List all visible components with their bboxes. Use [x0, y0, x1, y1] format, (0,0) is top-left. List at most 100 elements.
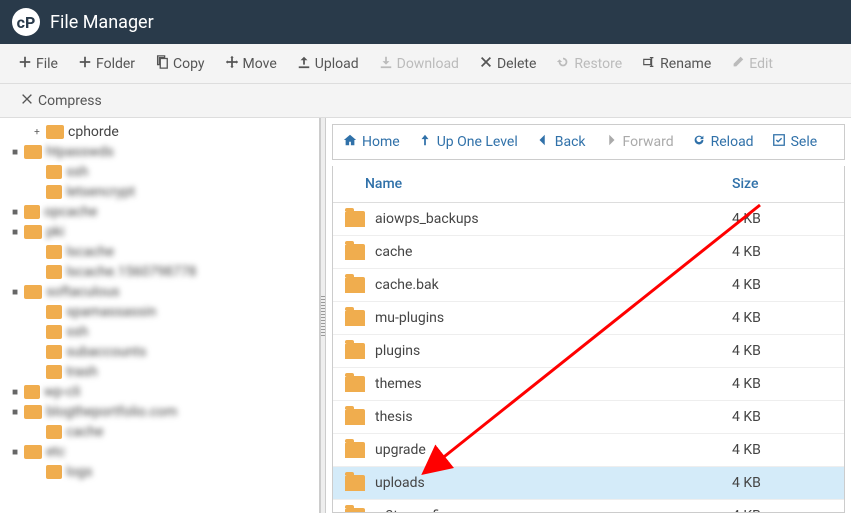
tree-label: subaccounts — [66, 344, 146, 360]
app-header: cP File Manager — [0, 0, 851, 44]
tree-item[interactable]: ssh — [0, 322, 319, 342]
tree-label: opcache — [44, 204, 97, 220]
tree-item[interactable]: ssh — [0, 162, 319, 182]
nav-bar: Home Up One Level Back Forward Reload Sele — [332, 124, 845, 160]
toolbar-label: Download — [397, 56, 459, 72]
back-icon — [536, 133, 550, 151]
tree-item[interactable]: ■pki — [0, 222, 319, 242]
tree-item[interactable]: +cphorde — [0, 122, 319, 142]
tree-item[interactable]: letsencrypt — [0, 182, 319, 202]
tree-label: wp-cli — [44, 384, 80, 400]
toolbar-label: Rename — [660, 56, 711, 72]
folder-tree-sidebar[interactable]: +cphorde■htpasswdssshletsencrypt■opcache… — [0, 118, 320, 513]
table-row[interactable]: plugins4 KB — [333, 335, 844, 368]
move-icon — [225, 55, 239, 73]
file-name: cache — [375, 244, 732, 260]
tree-expand-icon: ■ — [10, 287, 20, 298]
file-size: 4 KB — [732, 442, 832, 458]
nav-forward-button: Forward — [604, 133, 674, 151]
up-icon — [418, 133, 432, 151]
folder-icon — [345, 343, 365, 359]
file-name: plugins — [375, 343, 732, 359]
tree-item[interactable]: cache — [0, 422, 319, 442]
table-row[interactable]: mu-plugins4 KB — [333, 302, 844, 335]
tree-item[interactable]: ■ wp-cli — [0, 382, 319, 402]
table-row[interactable]: w3tc-config4 KB — [333, 500, 844, 513]
file-name: upgrade — [375, 442, 732, 458]
column-header-name[interactable]: Name — [345, 176, 732, 192]
edit-icon — [731, 55, 745, 73]
file-size: 4 KB — [732, 508, 832, 513]
secondary-toolbar: Compress — [0, 84, 851, 118]
table-row[interactable]: thesis4 KB — [333, 401, 844, 434]
folder-icon — [46, 365, 62, 379]
folder-icon — [46, 185, 62, 199]
table-header: Name Size — [333, 166, 844, 203]
nav-select-button[interactable]: Sele — [772, 133, 818, 151]
table-row[interactable]: cache.bak4 KB — [333, 269, 844, 302]
tree-item[interactable]: ■htpasswds — [0, 142, 319, 162]
tree-expand-icon: ■ — [10, 227, 20, 238]
table-row[interactable]: uploads4 KB — [333, 467, 844, 500]
plus-icon — [18, 55, 32, 73]
folder-icon — [46, 325, 62, 339]
copy-button[interactable]: Copy — [145, 49, 215, 79]
tree-expand-icon: ■ — [10, 387, 20, 398]
plus-icon — [78, 55, 92, 73]
tree-label: cache — [66, 424, 103, 440]
tree-expand-icon: ■ — [10, 147, 20, 158]
tree-label: softaculous — [46, 284, 120, 300]
file-size: 4 KB — [732, 211, 832, 227]
folder-icon — [46, 345, 62, 359]
nav-up-button[interactable]: Up One Level — [418, 133, 518, 151]
nav-label: Back — [555, 134, 586, 150]
tree-item[interactable]: logs — [0, 462, 319, 482]
tree-item[interactable]: ■blogtheportfolio.com — [0, 402, 319, 422]
tree-item[interactable]: ■opcache — [0, 202, 319, 222]
folder-icon — [345, 244, 365, 260]
folder-icon — [24, 285, 42, 299]
nav-home-button[interactable]: Home — [343, 133, 400, 151]
tree-item[interactable]: spamassassin — [0, 302, 319, 322]
tree-item[interactable]: lscache.1560798778 — [0, 262, 319, 282]
nav-reload-button[interactable]: Reload — [692, 133, 754, 151]
pane-divider[interactable] — [320, 118, 326, 513]
folder-icon — [345, 475, 365, 491]
folder-icon — [46, 465, 62, 479]
content-pane: Home Up One Level Back Forward Reload Sele Na… — [326, 118, 851, 513]
tree-item[interactable]: lscache — [0, 242, 319, 262]
folder-icon — [345, 376, 365, 392]
nav-back-button[interactable]: Back — [536, 133, 586, 151]
tree-item[interactable]: ■ softaculous — [0, 282, 319, 302]
table-row[interactable]: cache4 KB — [333, 236, 844, 269]
move-button[interactable]: Move — [215, 49, 287, 79]
delete-icon — [479, 55, 493, 73]
table-row[interactable]: aiowps_backups4 KB — [333, 203, 844, 236]
folder-icon — [24, 145, 42, 159]
tree-label: lscache.1560798778 — [66, 264, 196, 280]
tree-label: spamassassin — [66, 304, 156, 320]
upload-icon — [297, 55, 311, 73]
tree-item[interactable]: trash — [0, 362, 319, 382]
delete-button[interactable]: Delete — [469, 49, 546, 79]
file-size: 4 KB — [732, 376, 832, 392]
nav-label: Home — [362, 134, 400, 150]
tree-label: blogtheportfolio.com — [46, 404, 177, 420]
compress-button[interactable]: Compress — [10, 86, 112, 116]
tree-expand-icon: ■ — [10, 447, 20, 458]
column-header-size[interactable]: Size — [732, 176, 832, 192]
table-body: aiowps_backups4 KBcache4 KBcache.bak4 KB… — [333, 203, 844, 513]
folder-button[interactable]: Folder — [68, 49, 145, 79]
folder-icon — [345, 442, 365, 458]
file-name: uploads — [375, 475, 732, 491]
table-row[interactable]: upgrade4 KB — [333, 434, 844, 467]
forward-icon — [604, 133, 618, 151]
tree-item[interactable]: ■etc — [0, 442, 319, 462]
tree-item[interactable]: subaccounts — [0, 342, 319, 362]
file-button[interactable]: File — [8, 49, 68, 79]
upload-button[interactable]: Upload — [287, 49, 369, 79]
table-row[interactable]: themes4 KB — [333, 368, 844, 401]
folder-icon — [345, 409, 365, 425]
cpanel-logo-icon: cP — [12, 8, 40, 36]
rename-button[interactable]: Rename — [632, 49, 721, 79]
